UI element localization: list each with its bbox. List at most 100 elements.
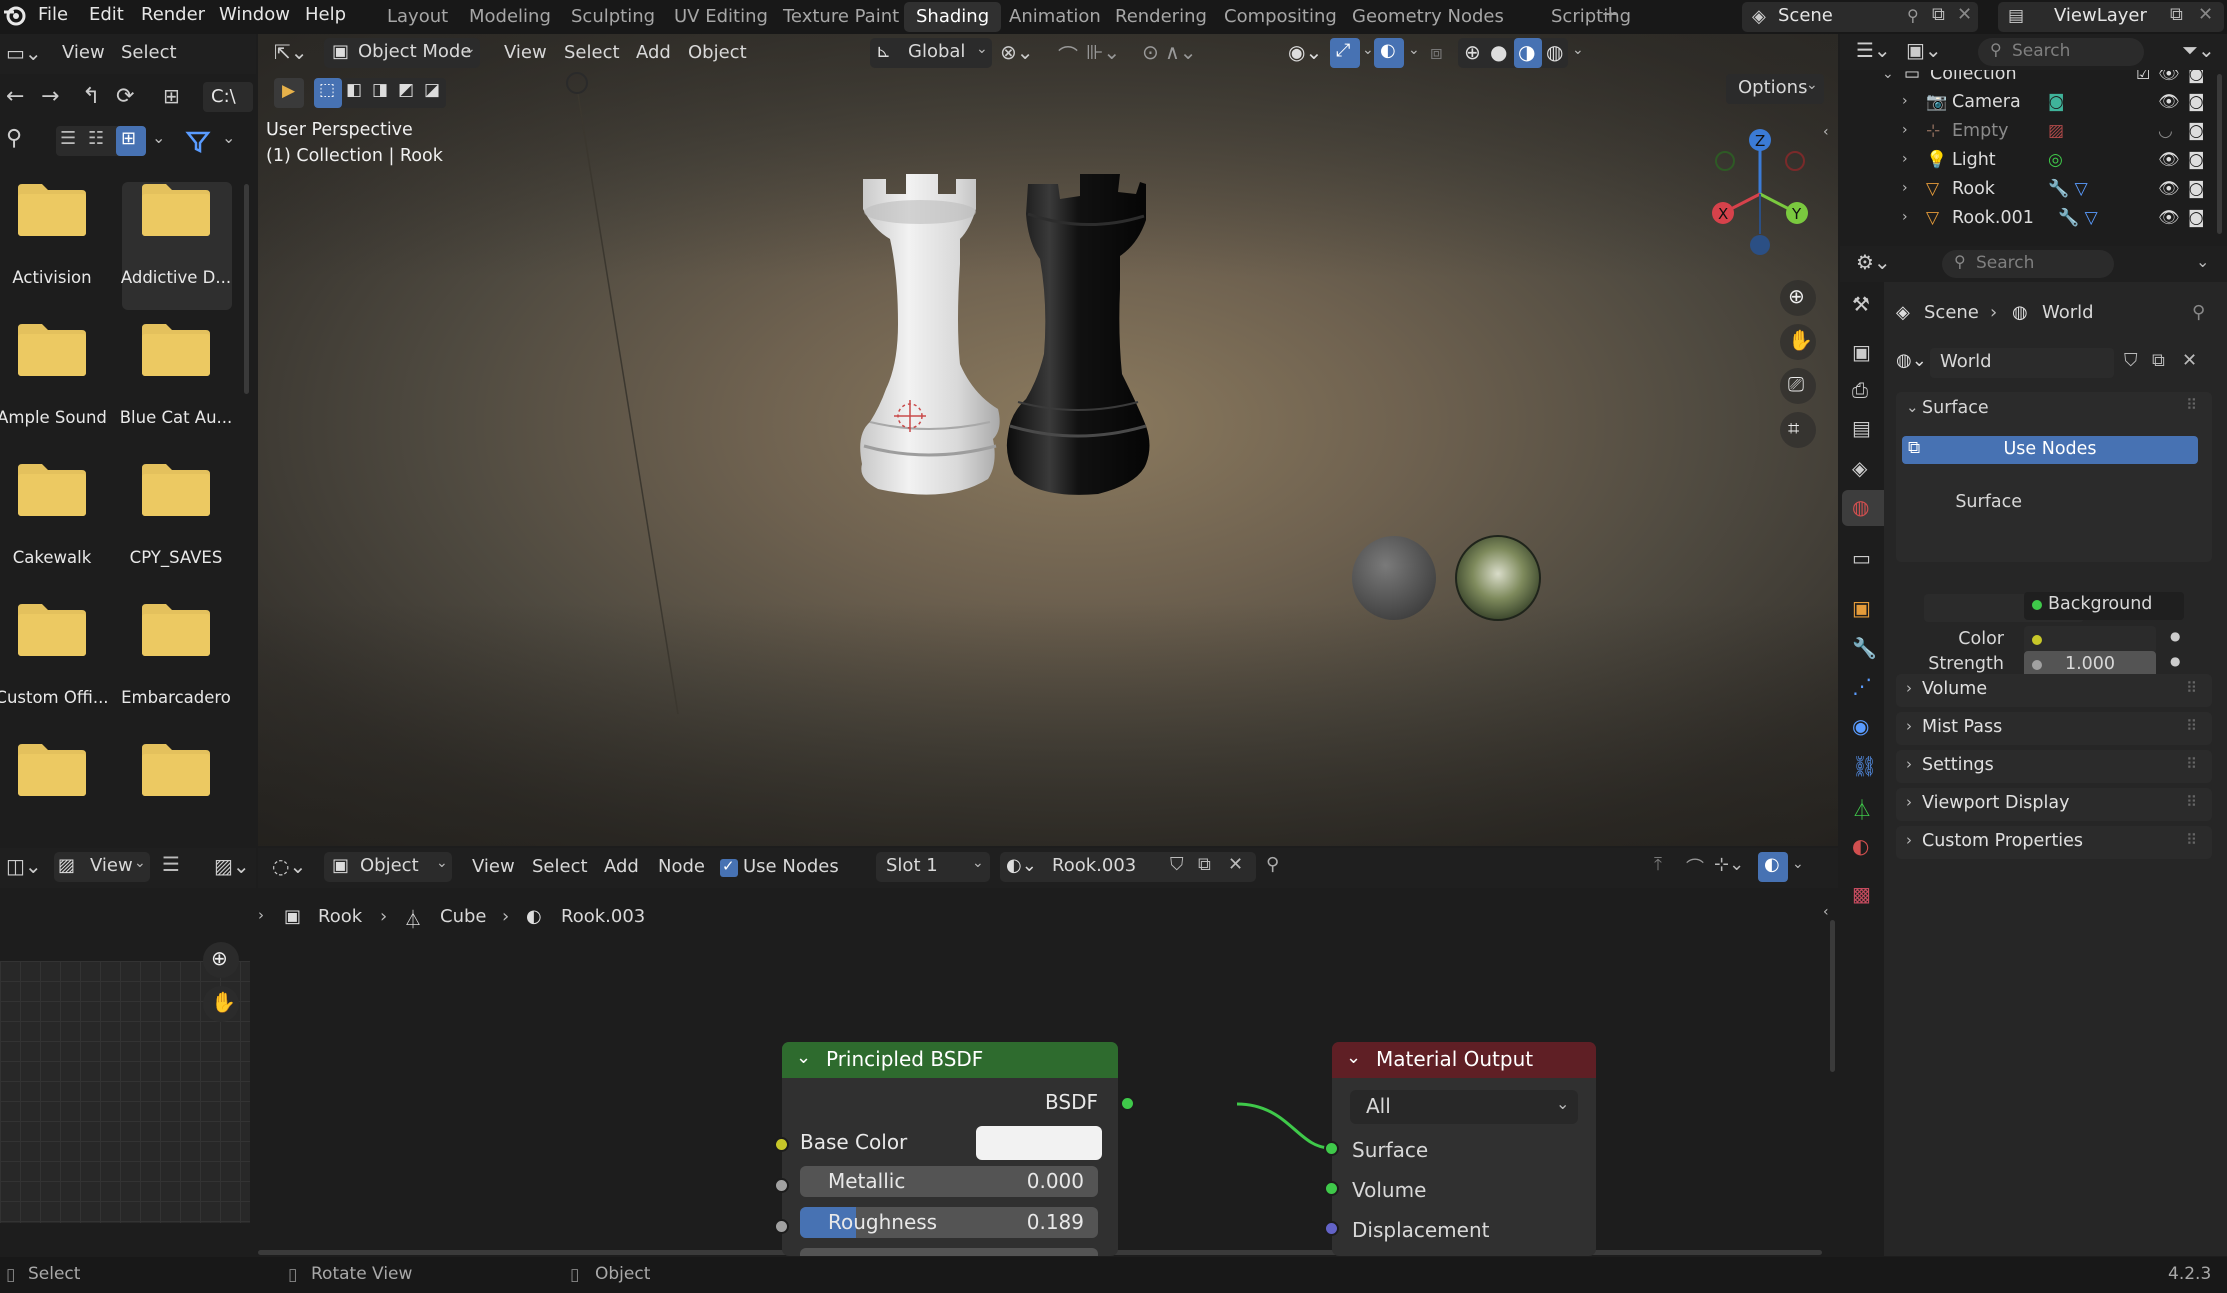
render-tab-icon[interactable]: ▣ xyxy=(1852,340,1871,364)
object-data-icon[interactable]: ◙ xyxy=(2048,92,2065,112)
object-data-icon[interactable]: 🔧 ▽ xyxy=(2058,208,2098,228)
folder-item[interactable] xyxy=(124,728,248,858)
tree-row[interactable]: › ▽ Rook 🔧 ▽ 👁 ◙ xyxy=(1840,177,2215,206)
world-browse-icon[interactable]: ◍⌄ xyxy=(1896,350,1927,371)
view-menu[interactable]: ▨ View ⌄ xyxy=(54,852,150,882)
zoom-icon[interactable]: ⊕ xyxy=(1780,280,1816,316)
fake-user-icon[interactable]: ⛉ xyxy=(2124,350,2138,371)
navigation-gizmo[interactable]: Z Y X xyxy=(1700,124,1820,264)
pivot-icon[interactable]: ⊗⌄ xyxy=(1000,40,1034,64)
duplicate-icon[interactable]: ⧉ xyxy=(2152,350,2165,371)
camera-render-icon[interactable]: ◙ xyxy=(2188,208,2205,228)
chevron-right-icon[interactable]: › xyxy=(1902,93,1908,109)
light-icon[interactable] xyxy=(566,72,588,94)
editor-type-icon[interactable]: ◫⌄ xyxy=(6,854,42,878)
collection-tab-icon[interactable]: ▭ xyxy=(1852,546,1871,570)
volume-input-socket[interactable] xyxy=(1324,1181,1339,1196)
data-tab-icon[interactable]: ⏃ xyxy=(1852,794,1872,823)
search-input[interactable]: ⚲ Search xyxy=(1942,250,2114,278)
roughness-slider[interactable]: Roughness 0.189 xyxy=(800,1207,1098,1238)
overlay-toggle-icon[interactable]: ◐ xyxy=(1374,38,1404,68)
folder-item[interactable]: Embarcadero xyxy=(121,588,248,718)
camera-view-icon[interactable]: ⎚ xyxy=(1780,368,1816,404)
texture-tab-icon[interactable]: ▩ xyxy=(1852,882,1871,906)
tab-uv-editing[interactable]: UV Editing xyxy=(662,2,780,32)
drag-handle-icon[interactable]: ⠿ xyxy=(2186,679,2197,697)
object-data-icon[interactable]: ◎ xyxy=(2048,150,2063,170)
menu-edit[interactable]: Edit xyxy=(89,0,124,34)
chevron-right-icon[interactable]: › xyxy=(1902,209,1908,225)
close-icon[interactable]: ✕ xyxy=(2182,350,2197,371)
drag-handle-icon[interactable]: ⠿ xyxy=(2186,396,2197,414)
material-tab-icon[interactable]: ◐ xyxy=(1852,834,1869,858)
folder-item[interactable]: Addictive D... xyxy=(121,168,248,298)
add-workspace-icon[interactable]: + xyxy=(1601,0,1619,34)
camera-render-icon[interactable]: ◙ xyxy=(2188,70,2205,84)
editor-type-icon[interactable]: ⚙⌄ xyxy=(1856,250,1891,274)
chevron-left-icon[interactable]: ‹ xyxy=(1823,124,1829,140)
mode-selector[interactable]: ▣ Object Mode ⌄ xyxy=(324,38,480,68)
folder-item[interactable] xyxy=(0,728,124,858)
menu-select[interactable]: Select xyxy=(564,42,620,63)
menu-window[interactable]: Window xyxy=(219,0,290,34)
snap-icon[interactable]: ⌒ xyxy=(1058,40,1078,69)
surface-panel-title[interactable]: Surface xyxy=(1922,398,1989,418)
tree-row-collection[interactable]: ⌄ ▭ Collection ☑ 👁 ◙ xyxy=(1840,70,2215,91)
options-dropdown[interactable]: Options ⌄ xyxy=(1726,74,1824,104)
tab-animation[interactable]: Animation xyxy=(997,2,1113,32)
pan-hand-icon[interactable]: ✋ xyxy=(1780,324,1816,360)
tree-row[interactable]: › ▽ Rook.001 🔧 ▽ 👁 ◙ xyxy=(1840,206,2215,235)
panel-settings[interactable]: › Settings ⠿ xyxy=(1896,750,2212,783)
menu-select[interactable]: Select xyxy=(121,42,177,63)
keyframe-dot-icon[interactable]: ● xyxy=(2170,654,2180,668)
output-tab-icon[interactable]: ⎙ xyxy=(1852,378,1868,402)
parent-dir-icon[interactable]: ↰ xyxy=(82,84,100,109)
node-header[interactable]: ⌄ Principled BSDF xyxy=(782,1042,1118,1078)
filter-icon[interactable] xyxy=(184,128,212,156)
select-intersect-icon[interactable]: ◪ xyxy=(424,80,440,100)
panel-mist-pass[interactable]: › Mist Pass ⠿ xyxy=(1896,712,2212,745)
tab-scripting[interactable]: Scripting xyxy=(1539,2,1643,32)
pan-hand-icon[interactable]: ✋ xyxy=(203,986,239,1022)
pin-icon[interactable]: ⚲ xyxy=(2192,302,2205,323)
chevron-right-icon[interactable]: › xyxy=(1902,180,1908,196)
image-editor[interactable]: ◫⌄ ▨ View ⌄ ☰ ▨⌄ ⊕ ✋ xyxy=(0,848,256,1256)
forward-icon[interactable]: → xyxy=(41,84,59,109)
transform-orientation[interactable]: ⊾ Global ⌄ xyxy=(870,38,992,68)
principled-bsdf-node[interactable]: ⌄ Principled BSDF BSDF Base Color Metall… xyxy=(782,1042,1118,1256)
bsdf-output-socket[interactable] xyxy=(1120,1096,1135,1111)
material-output-node[interactable]: ⌄ Material Output All ⌄ Surface Volume D… xyxy=(1332,1042,1596,1256)
hamburger-icon[interactable]: ☰ xyxy=(162,852,180,876)
scene-selector[interactable]: ◈ Scene ⚲ ⧉ ✕ xyxy=(1742,2,1978,32)
tab-compositing[interactable]: Compositing xyxy=(1212,2,1349,32)
blender-logo-icon[interactable] xyxy=(2,3,28,29)
keyframe-dot-icon[interactable]: ● xyxy=(2170,629,2180,643)
drag-handle-icon[interactable]: ⠿ xyxy=(2186,793,2197,811)
chevron-down-icon[interactable]: ⌄ xyxy=(222,128,235,147)
visibility-icon[interactable]: ◉⌄ xyxy=(1288,40,1322,64)
eye-icon[interactable]: 👁 xyxy=(2158,150,2180,170)
tool-tab-icon[interactable]: ⚒ xyxy=(1852,292,1870,316)
editor-type-icon[interactable]: ☰⌄ xyxy=(1856,38,1891,62)
search-icon[interactable]: ⚲ xyxy=(6,126,22,151)
ortho-grid-icon[interactable]: ⌗ xyxy=(1780,412,1816,448)
zoom-icon[interactable]: ⊕ xyxy=(203,942,239,978)
close-icon[interactable]: ✕ xyxy=(2198,4,2213,25)
eye-icon[interactable]: 👁 xyxy=(2158,70,2180,84)
metallic-slider[interactable]: Metallic 0.000 xyxy=(800,1166,1098,1197)
drag-handle-icon[interactable]: ⠿ xyxy=(2186,717,2197,735)
collapse-icon[interactable]: ⌄ xyxy=(1346,1047,1361,1068)
collapse-icon[interactable]: ⌄ xyxy=(796,1047,811,1068)
ior-slider[interactable] xyxy=(800,1248,1098,1256)
tab-shading[interactable]: Shading xyxy=(904,2,1002,32)
world-tab-icon[interactable]: ◍ xyxy=(1842,490,1884,526)
eye-icon[interactable]: ◡ xyxy=(2158,121,2173,141)
editor-type-icon[interactable]: ▭⌄ xyxy=(6,41,42,65)
view-layer-tab-icon[interactable]: ▤ xyxy=(1852,416,1871,440)
view-layer-selector[interactable]: ▤ ViewLayer ⧉ ✕ xyxy=(1998,2,2224,32)
folder-item[interactable]: CPY_SAVES xyxy=(124,448,248,578)
constraints-tab-icon[interactable]: ⛓ xyxy=(1852,754,1877,778)
base-color-socket[interactable] xyxy=(774,1137,789,1152)
pin-icon[interactable]: ⚲ xyxy=(1907,6,1919,25)
editor-type-icon[interactable]: ⇱⌄ xyxy=(274,40,308,64)
